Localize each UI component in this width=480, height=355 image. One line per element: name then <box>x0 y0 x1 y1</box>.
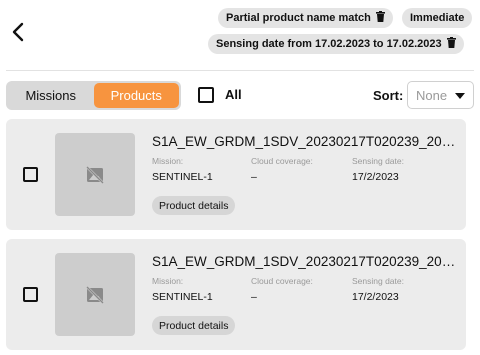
filter-chip-label: Immediate <box>410 12 465 24</box>
sensing-date-label: Sensing date: <box>352 156 404 166</box>
product-details-button[interactable]: Product details <box>152 316 236 335</box>
mission-label: Mission: <box>152 156 184 166</box>
product-checkbox[interactable] <box>23 287 38 302</box>
cloud-coverage-label: Cloud coverage: <box>251 156 313 166</box>
trash-icon[interactable] <box>446 37 456 51</box>
product-name: S1A_EW_GRDM_1SDV_20230217T020239_202... <box>152 134 458 149</box>
filter-chip-sensing-date[interactable]: Sensing date from 17.02.2023 to 17.02.20… <box>208 34 464 54</box>
caret-down-icon <box>455 93 465 99</box>
product-thumbnail <box>55 133 135 216</box>
image-unavailable-icon <box>86 285 104 304</box>
product-card: S1A_EW_GRDM_1SDV_20230217T020239_202... … <box>6 239 466 350</box>
select-all-label: All <box>225 87 242 102</box>
chevron-left-icon <box>12 22 24 42</box>
product-name: S1A_EW_GRDM_1SDV_20230217T020239_202... <box>152 254 458 269</box>
tab-missions[interactable]: Missions <box>8 83 94 108</box>
sensing-date-value: 17/2/2023 <box>352 291 399 303</box>
product-thumbnail <box>55 253 135 336</box>
trash-icon[interactable] <box>375 11 385 25</box>
tab-products[interactable]: Products <box>93 83 179 108</box>
mission-value: SENTINEL-1 <box>152 171 213 183</box>
filter-chip-label: Partial product name match <box>226 12 371 24</box>
filter-chip-label: Sensing date from 17.02.2023 to 17.02.20… <box>216 38 442 50</box>
sort-label: Sort: <box>373 88 404 103</box>
sensing-date-value: 17/2/2023 <box>352 171 399 183</box>
view-toggle: Missions Products <box>6 81 181 110</box>
mission-label: Mission: <box>152 276 184 286</box>
select-all-checkbox[interactable] <box>198 87 214 103</box>
filter-chip-immediate[interactable]: Immediate <box>402 8 473 28</box>
image-unavailable-icon <box>86 165 104 184</box>
header-divider <box>6 70 474 71</box>
cloud-coverage-value: – <box>251 171 257 183</box>
cloud-coverage-label: Cloud coverage: <box>251 276 313 286</box>
product-card: S1A_EW_GRDM_1SDV_20230217T020239_202... … <box>6 119 466 230</box>
filter-chip-name-match[interactable]: Partial product name match <box>218 8 393 28</box>
product-checkbox[interactable] <box>23 167 38 182</box>
cloud-coverage-value: – <box>251 291 257 303</box>
back-button[interactable] <box>8 20 30 44</box>
mission-value: SENTINEL-1 <box>152 291 213 303</box>
sensing-date-label: Sensing date: <box>352 276 404 286</box>
sort-select[interactable]: None <box>407 81 474 109</box>
sort-value: None <box>416 87 448 103</box>
product-details-button[interactable]: Product details <box>152 196 236 215</box>
